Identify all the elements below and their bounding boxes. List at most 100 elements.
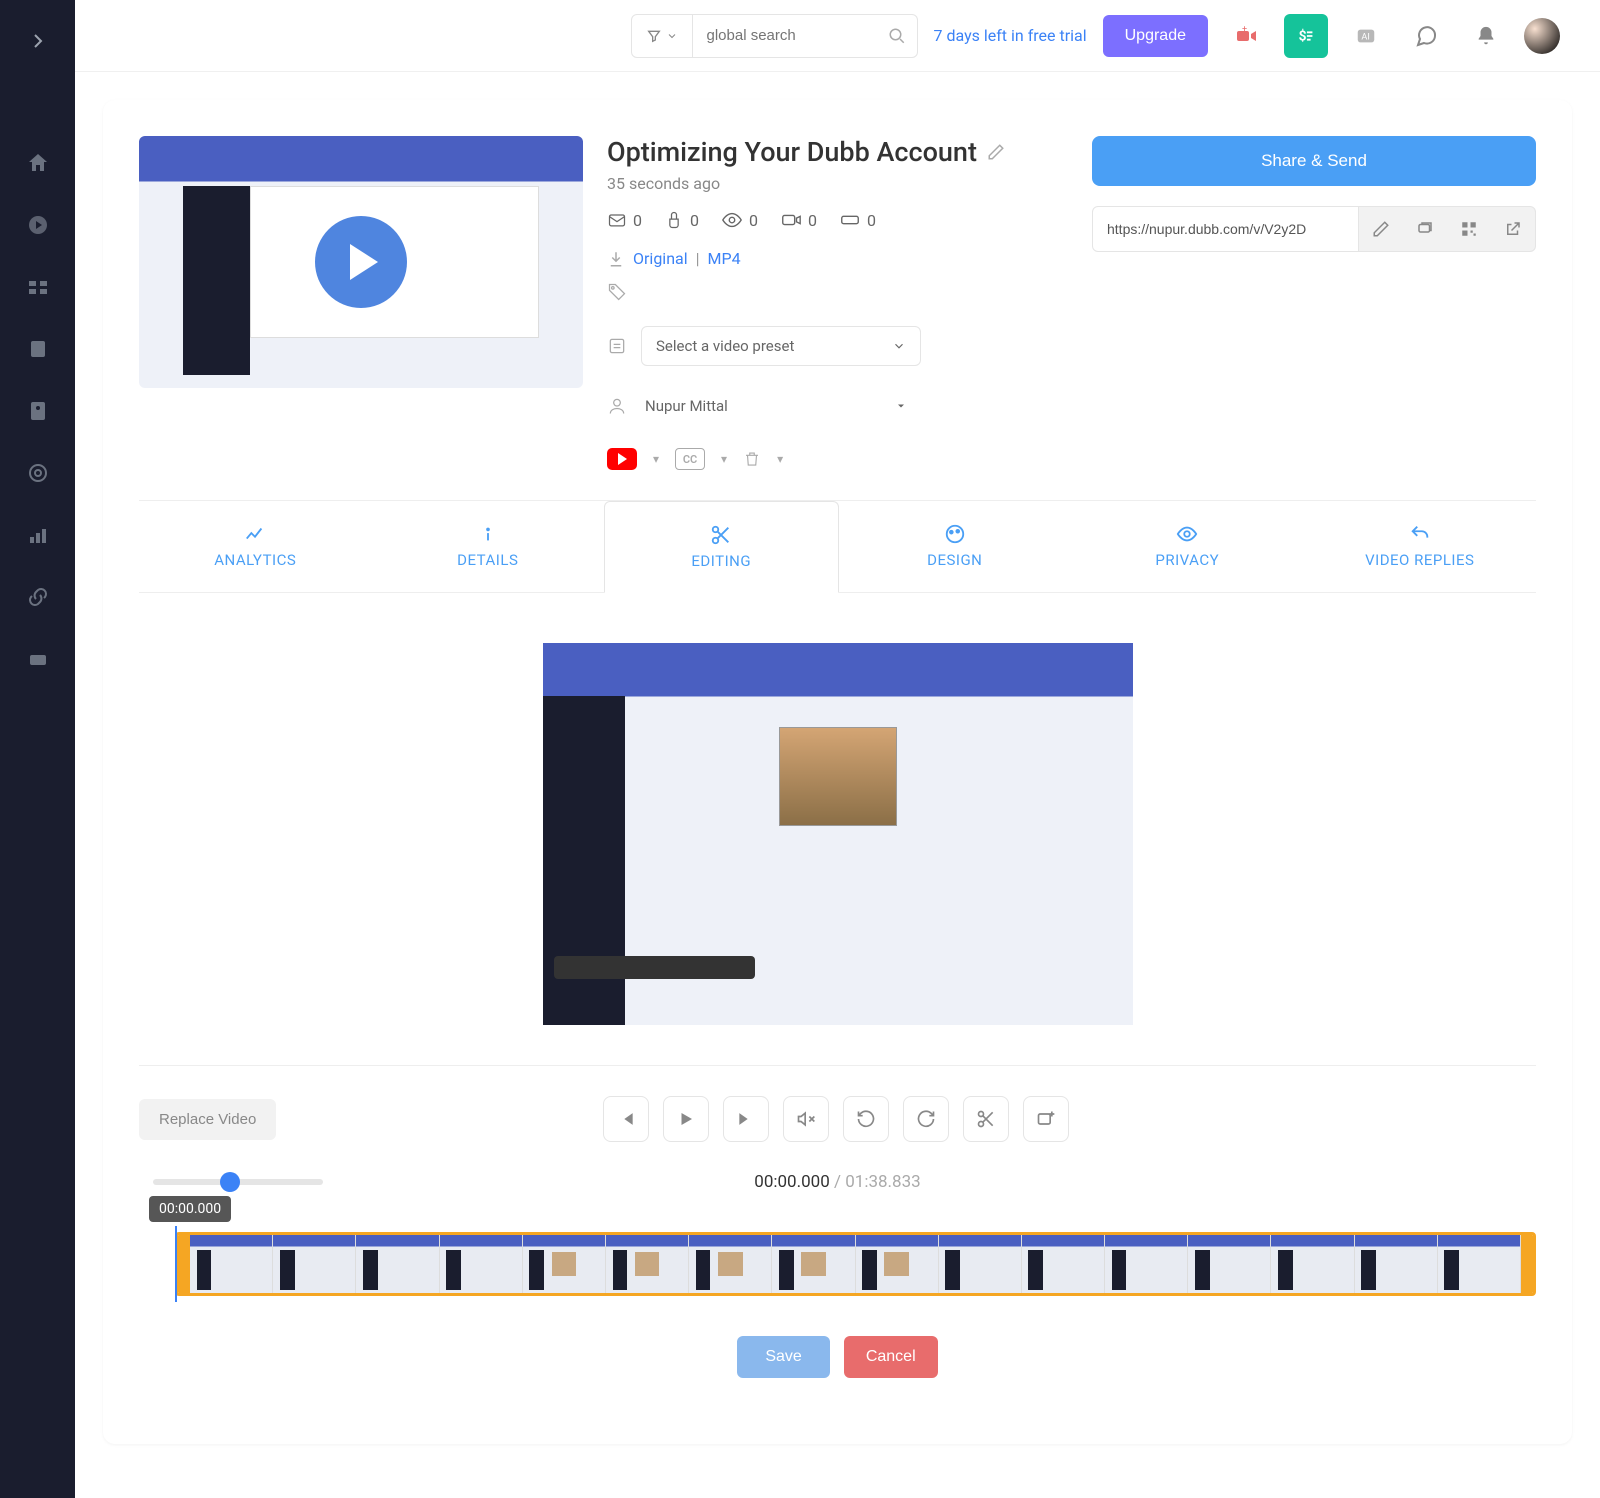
timeline-frame[interactable] xyxy=(1188,1235,1271,1293)
owner-dropdown[interactable]: Nupur Mittal xyxy=(641,386,921,426)
tab-analytics[interactable]: ANALYTICS xyxy=(139,501,372,592)
timeline-frame[interactable] xyxy=(1438,1235,1521,1293)
cancel-button[interactable]: Cancel xyxy=(844,1336,938,1378)
tab-details[interactable]: DETAILS xyxy=(372,501,605,592)
video-title: Optimizing Your Dubb Account xyxy=(607,136,977,168)
timeline-frame[interactable] xyxy=(1022,1235,1105,1293)
sidebar-videos-icon[interactable] xyxy=(22,209,54,241)
mute-button[interactable] xyxy=(783,1096,829,1142)
trash-menu[interactable]: ▾ xyxy=(777,452,783,466)
timeline-frame[interactable] xyxy=(1105,1235,1188,1293)
playhead-tooltip: 00:00.000 xyxy=(149,1196,231,1222)
edit-title-icon[interactable] xyxy=(987,143,1005,161)
edit-url-icon[interactable] xyxy=(1359,207,1403,251)
skip-back-button[interactable] xyxy=(603,1096,649,1142)
replace-video-button[interactable]: Replace Video xyxy=(139,1099,276,1140)
youtube-menu[interactable]: ▾ xyxy=(653,452,659,466)
save-button[interactable]: Save xyxy=(737,1336,829,1378)
share-url-input[interactable] xyxy=(1092,206,1359,252)
play-icon[interactable] xyxy=(315,216,407,308)
chevron-down-icon xyxy=(895,400,907,412)
sidebar-automation-icon[interactable] xyxy=(22,457,54,489)
palette-icon xyxy=(944,523,966,545)
mail-icon xyxy=(607,210,627,230)
share-send-button[interactable]: Share & Send xyxy=(1092,136,1536,186)
youtube-icon[interactable] xyxy=(607,448,637,470)
video-icon xyxy=(780,209,802,231)
money-icon[interactable]: $ xyxy=(1284,14,1328,58)
chevron-down-icon xyxy=(666,30,678,42)
sidebar-expand-icon[interactable] xyxy=(22,25,54,57)
download-original-link[interactable]: Original xyxy=(633,249,688,268)
cc-menu[interactable]: ▾ xyxy=(721,452,727,466)
svg-text:$: $ xyxy=(1299,27,1307,44)
trash-icon[interactable] xyxy=(743,450,761,468)
sidebar-integrations-icon[interactable] xyxy=(22,581,54,613)
click-icon xyxy=(664,210,684,230)
timeline-frame[interactable] xyxy=(273,1235,356,1293)
timeline-frame[interactable] xyxy=(772,1235,855,1293)
timeline-frame[interactable] xyxy=(190,1235,273,1293)
notifications-icon[interactable] xyxy=(1464,14,1508,58)
video-timeago: 35 seconds ago xyxy=(607,174,1068,193)
trim-end-handle[interactable] xyxy=(1521,1235,1533,1293)
timeline[interactable] xyxy=(175,1232,1536,1296)
timeline-frame[interactable] xyxy=(606,1235,689,1293)
tag-icon[interactable] xyxy=(607,282,627,302)
timeline-frame[interactable] xyxy=(356,1235,439,1293)
cta-icon xyxy=(839,209,861,231)
record-icon[interactable]: + xyxy=(1224,14,1268,58)
owner-name: Nupur Mittal xyxy=(645,397,728,415)
preset-icon xyxy=(607,336,627,356)
qr-code-icon[interactable] xyxy=(1447,207,1491,251)
analytics-icon xyxy=(244,523,266,545)
trim-start-handle[interactable] xyxy=(178,1235,190,1293)
timeline-frame[interactable] xyxy=(440,1235,523,1293)
cut-button[interactable] xyxy=(963,1096,1009,1142)
global-search-input[interactable] xyxy=(693,14,918,58)
redo-button[interactable] xyxy=(903,1096,949,1142)
timeline-frame[interactable] xyxy=(1355,1235,1438,1293)
timeline-frame[interactable] xyxy=(939,1235,1022,1293)
open-external-icon[interactable] xyxy=(1491,207,1535,251)
sidebar-assets-icon[interactable] xyxy=(22,271,54,303)
timeline-frame[interactable] xyxy=(1271,1235,1354,1293)
undo-button[interactable] xyxy=(843,1096,889,1142)
stat-views: 0 xyxy=(721,209,758,231)
time-display: 00:00.000 / 01:38.833 xyxy=(323,1172,1352,1192)
timeline-frame[interactable] xyxy=(523,1235,606,1293)
tab-video-replies[interactable]: VIDEO REPLIES xyxy=(1304,501,1537,592)
sidebar-campaigns-icon[interactable] xyxy=(22,333,54,365)
chat-icon[interactable] xyxy=(1404,14,1448,58)
zoom-thumb[interactable] xyxy=(220,1172,240,1192)
playhead[interactable] xyxy=(175,1226,177,1302)
tab-design[interactable]: DESIGN xyxy=(839,501,1072,592)
video-thumbnail[interactable] xyxy=(139,136,583,388)
topbar: 7 days left in free trial Upgrade + $ AI xyxy=(75,0,1600,72)
tab-privacy[interactable]: PRIVACY xyxy=(1071,501,1304,592)
preset-dropdown[interactable]: Select a video preset xyxy=(641,326,921,366)
tab-editing[interactable]: EDITING xyxy=(604,501,839,593)
ai-icon[interactable]: AI xyxy=(1344,14,1388,58)
sidebar-contacts-icon[interactable] xyxy=(22,395,54,427)
sidebar-home-icon[interactable] xyxy=(22,147,54,179)
user-icon xyxy=(607,396,627,416)
skip-forward-button[interactable] xyxy=(723,1096,769,1142)
trial-remaining-text[interactable]: 7 days left in free trial xyxy=(934,26,1087,45)
info-icon xyxy=(477,523,499,545)
copy-gif-icon[interactable] xyxy=(1403,207,1447,251)
timeline-frame[interactable] xyxy=(689,1235,772,1293)
eye-icon xyxy=(721,209,743,231)
upgrade-button[interactable]: Upgrade xyxy=(1103,15,1208,57)
sidebar-reports-icon[interactable] xyxy=(22,519,54,551)
download-icon xyxy=(607,250,625,268)
play-button[interactable] xyxy=(663,1096,709,1142)
cc-icon[interactable]: CC xyxy=(675,448,705,470)
download-mp4-link[interactable]: MP4 xyxy=(708,249,741,268)
search-filter-button[interactable] xyxy=(631,14,693,58)
timeline-frame[interactable] xyxy=(856,1235,939,1293)
sidebar-more-icon[interactable] xyxy=(22,643,54,675)
zoom-slider[interactable] xyxy=(153,1179,323,1185)
add-clip-button[interactable] xyxy=(1023,1096,1069,1142)
user-avatar[interactable] xyxy=(1524,18,1560,54)
